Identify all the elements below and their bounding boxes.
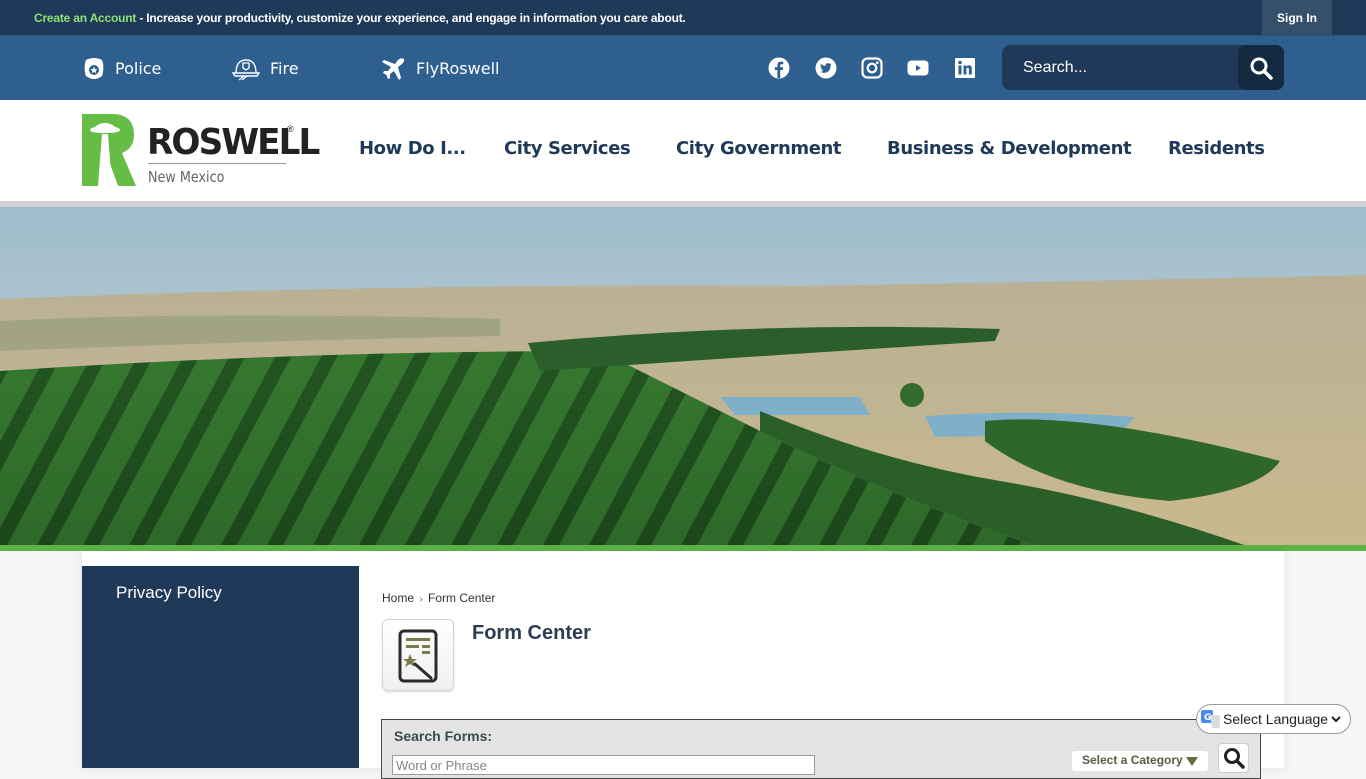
instagram-link[interactable]	[860, 56, 884, 80]
airplane-icon	[382, 57, 405, 80]
form-center-module-icon	[382, 619, 454, 691]
search-forms-input[interactable]	[392, 755, 815, 775]
quicklink-fire[interactable]: Fire	[232, 36, 299, 101]
search-button[interactable]	[1238, 45, 1284, 90]
search-forms-button[interactable]	[1218, 743, 1249, 773]
logo-divider	[148, 163, 286, 164]
logo-registered-mark: ®	[287, 124, 294, 134]
sidebar: Privacy Policy	[82, 566, 359, 768]
search-icon	[1250, 57, 1273, 80]
language-select[interactable]: G Select Language	[1196, 704, 1351, 734]
quicklink-label: Fire	[270, 59, 299, 78]
google-translate-icon: G	[1201, 710, 1220, 728]
twitter-icon	[815, 57, 837, 79]
nav-city-services[interactable]: City Services	[504, 138, 631, 159]
facebook-link[interactable]	[767, 56, 791, 80]
account-promo-text: - Increase your productivity, customize …	[136, 11, 686, 25]
sidebar-item-privacy-policy[interactable]: Privacy Policy	[116, 583, 222, 603]
breadcrumb-home-link[interactable]: Home	[382, 591, 414, 605]
create-account-link[interactable]: Create an Account	[34, 11, 136, 25]
breadcrumb-current: Form Center	[428, 591, 496, 605]
logo-subtitle: New Mexico	[148, 168, 225, 186]
page-title: Form Center	[472, 622, 591, 644]
hero-banner-image	[0, 201, 1366, 547]
linkedin-icon	[955, 58, 975, 78]
nav-residents[interactable]: Residents	[1168, 138, 1265, 159]
quicklink-flyroswell[interactable]: FlyRoswell	[382, 36, 499, 101]
youtube-link[interactable]	[906, 56, 930, 80]
nav-business-development[interactable]: Business & Development	[887, 138, 1132, 159]
language-select-value: Select Language	[1223, 711, 1329, 727]
svg-text:G: G	[1204, 713, 1211, 723]
account-bar: Create an Account - Increase your produc…	[0, 0, 1366, 35]
breadcrumb: Home › Form Center	[382, 591, 495, 605]
logo-r-ufo-mark	[82, 114, 136, 186]
category-select-value: Select a Category	[1082, 753, 1183, 767]
account-message: Create an Account - Increase your produc…	[34, 11, 686, 25]
search-icon	[1223, 748, 1245, 769]
hero-top-border	[0, 201, 1366, 207]
landscape-illustration	[0, 201, 1366, 547]
nav-how-do-i[interactable]: How Do I...	[359, 138, 466, 159]
nav-city-government[interactable]: City Government	[676, 138, 842, 159]
site-search	[1002, 45, 1284, 90]
quicklink-police[interactable]: Police	[83, 36, 161, 101]
roswell-logo[interactable]: ROSWELL ® New Mexico	[82, 114, 320, 189]
twitter-link[interactable]	[814, 56, 838, 80]
dropdown-triangle-icon	[1186, 757, 1198, 766]
youtube-icon	[907, 60, 929, 76]
search-forms-label: Search Forms:	[394, 728, 493, 744]
search-input[interactable]	[1002, 45, 1238, 90]
quicklink-label: FlyRoswell	[416, 59, 500, 78]
form-wand-icon	[398, 629, 438, 683]
breadcrumb-separator: ›	[419, 594, 423, 605]
quicklink-label: Police	[115, 59, 162, 78]
police-badge-icon	[84, 57, 104, 79]
fire-helmet-icon	[232, 58, 260, 80]
facebook-icon	[768, 57, 790, 79]
sign-in-button[interactable]: Sign In	[1262, 0, 1332, 35]
instagram-icon	[861, 57, 883, 79]
category-select[interactable]: Select a Category	[1072, 751, 1208, 771]
linkedin-link[interactable]	[953, 56, 977, 80]
chevron-down-icon	[1331, 716, 1341, 723]
